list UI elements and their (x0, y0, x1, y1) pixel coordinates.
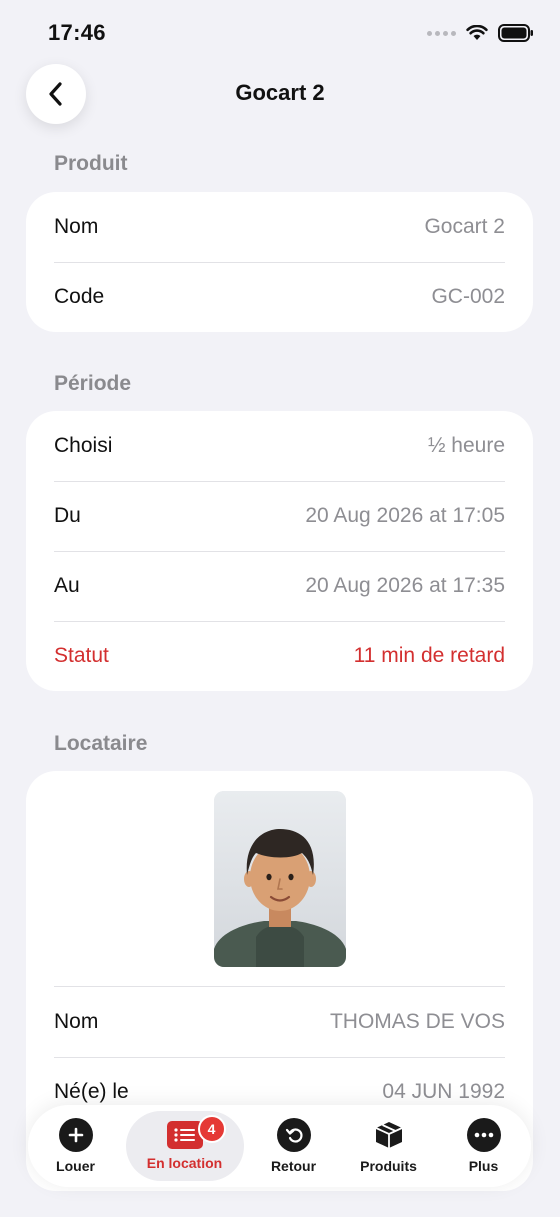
plus-circle-icon (58, 1118, 93, 1152)
row-value: THOMAS DE VOS (329, 1010, 505, 1033)
status-icons (427, 24, 534, 42)
row-value: 04 JUN 1992 (382, 1080, 505, 1103)
card-periode: Choisi ½ heure Du 20 Aug 2026 at 17:05 A… (26, 411, 533, 691)
person-avatar-icon (213, 791, 346, 967)
section-title-periode: Période (54, 372, 132, 395)
row-label: Nom (54, 215, 99, 238)
status-late-value: 11 min de retard (353, 644, 505, 667)
signal-dots-icon (427, 30, 456, 36)
battery-icon (498, 24, 533, 42)
wifi-icon (466, 25, 488, 40)
row-value: 20 Aug 2026 at 17:35 (305, 574, 505, 597)
tab-en-location[interactable]: 4 En location (125, 1111, 244, 1181)
row-renter-name: Nom THOMAS DE VOS (26, 987, 533, 1057)
status-bar: 17:46 (0, 0, 560, 70)
ellipsis-circle-icon (466, 1118, 501, 1152)
tab-label: En location (146, 1155, 223, 1171)
tab-label: Produits (360, 1158, 417, 1174)
row-period-from: Du 20 Aug 2026 at 17:05 (26, 481, 533, 551)
row-label: Choisi (54, 434, 113, 457)
status-time: 17:46 (48, 20, 106, 45)
list-icon (166, 1121, 203, 1149)
notification-badge: 4 (197, 1115, 226, 1143)
tab-plus[interactable]: Plus (439, 1111, 529, 1181)
row-period-chosen: Choisi ½ heure (26, 411, 533, 481)
row-label: Au (54, 574, 80, 597)
row-label: Code (54, 285, 105, 308)
row-label: Statut (54, 644, 109, 667)
row-label: Né(e) le (54, 1080, 129, 1103)
box-icon (372, 1118, 406, 1152)
row-product-name: Nom Gocart 2 (26, 192, 533, 262)
row-status: Statut 11 min de retard (26, 621, 533, 691)
return-arrow-icon (276, 1118, 311, 1152)
renter-photo (213, 791, 346, 967)
tab-produits[interactable]: Produits (344, 1111, 434, 1181)
row-value: Gocart 2 (424, 215, 505, 238)
row-value: GC-002 (431, 285, 505, 308)
tab-label: Plus (468, 1158, 499, 1174)
row-value: ½ heure (427, 434, 505, 457)
tab-label: Retour (270, 1158, 317, 1174)
tab-label: Louer (56, 1158, 95, 1174)
section-title-produit: Produit (54, 152, 128, 175)
page-title: Gocart 2 (235, 80, 325, 105)
tab-retour[interactable]: Retour (249, 1111, 339, 1181)
renter-photo-wrap (26, 771, 533, 986)
row-value: 20 Aug 2026 at 17:05 (305, 504, 505, 527)
row-label: Nom (54, 1010, 99, 1033)
row-product-code: Code GC-002 (26, 262, 533, 332)
tab-bar: Louer 4 En location Retour Produits Plus (28, 1105, 531, 1187)
nav-header: Gocart 2 (0, 64, 560, 124)
row-period-to: Au 20 Aug 2026 at 17:35 (26, 551, 533, 621)
tab-louer[interactable]: Louer (31, 1111, 121, 1181)
card-produit: Nom Gocart 2 Code GC-002 (26, 192, 533, 332)
row-label: Du (54, 504, 81, 527)
section-title-locataire: Locataire (54, 732, 148, 755)
